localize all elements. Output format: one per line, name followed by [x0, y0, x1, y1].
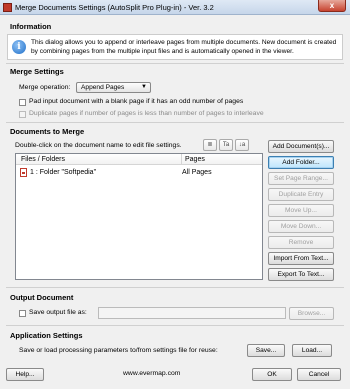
divider: [6, 325, 344, 326]
list-header: Files / Folders Pages: [16, 154, 262, 165]
duplicate-label: Duplicate pages if number of pages is le…: [29, 110, 264, 117]
row-pages: All Pages: [182, 169, 212, 176]
save-output-label: Save output file as:: [29, 309, 87, 316]
merge-operation-label: Merge operation:: [19, 84, 71, 91]
move-up-button[interactable]: Move Up...: [268, 204, 334, 217]
table-row[interactable]: 1 : Folder "Softpedia" All Pages: [16, 167, 262, 178]
app-icon: [3, 3, 12, 12]
list-view-icon[interactable]: ≣: [203, 139, 217, 151]
column-separator[interactable]: [181, 154, 182, 165]
information-text: This dialog allows you to append or inte…: [31, 39, 337, 55]
duplicate-entry-button[interactable]: Duplicate Entry: [268, 188, 334, 201]
divider: [6, 287, 344, 288]
load-settings-button[interactable]: Load...: [292, 344, 332, 357]
help-button[interactable]: Help...: [6, 368, 44, 381]
output-heading: Output Document: [10, 293, 74, 302]
merge-operation-select[interactable]: Append Pages ▼: [76, 82, 151, 93]
column-pages[interactable]: Pages: [185, 156, 205, 163]
sort-name-icon[interactable]: Ta: [219, 139, 233, 151]
column-files[interactable]: Files / Folders: [21, 156, 65, 163]
save-output-checkbox[interactable]: [19, 310, 26, 317]
close-button[interactable]: x: [318, 0, 346, 12]
documents-hint: Double-click on the document name to edi…: [15, 142, 182, 149]
chevron-down-icon: ▼: [141, 84, 147, 90]
remove-button[interactable]: Remove: [268, 236, 334, 249]
sort-order-icon[interactable]: ↓a: [235, 139, 249, 151]
divider: [6, 63, 344, 64]
window-title: Merge Documents Settings (AutoSplit Pro …: [15, 3, 214, 12]
documents-heading: Documents to Merge: [10, 127, 85, 136]
application-heading: Application Settings: [10, 331, 83, 340]
merge-settings-heading: Merge Settings: [10, 67, 64, 76]
pdf-icon: [20, 168, 27, 177]
import-from-text-button[interactable]: Import From Text...: [268, 252, 334, 265]
add-documents-button[interactable]: Add Document(s)...: [268, 140, 334, 153]
output-path-field[interactable]: [98, 307, 286, 319]
save-settings-button[interactable]: Save...: [247, 344, 285, 357]
pad-checkbox[interactable]: [19, 99, 26, 106]
website-link[interactable]: www.evermap.com: [123, 370, 180, 377]
information-box: i This dialog allows you to append or in…: [7, 34, 343, 60]
browse-button[interactable]: Browse...: [289, 307, 334, 320]
ok-button[interactable]: OK: [252, 368, 292, 381]
move-down-button[interactable]: Move Down...: [268, 220, 334, 233]
export-to-text-button[interactable]: Export To Text...: [268, 268, 334, 281]
cancel-button[interactable]: Cancel: [297, 368, 341, 381]
application-hint: Save or load processing parameters to/fr…: [19, 347, 218, 354]
divider: [6, 122, 344, 123]
row-name: 1 : Folder "Softpedia": [30, 169, 97, 176]
documents-list[interactable]: Files / Folders Pages 1 : Folder "Softpe…: [15, 153, 263, 280]
merge-operation-value: Append Pages: [81, 84, 125, 91]
add-folder-button[interactable]: Add Folder...: [268, 156, 334, 169]
info-icon: i: [12, 40, 26, 54]
duplicate-checkbox[interactable]: [19, 111, 26, 118]
pad-label: Pad input document with a blank page if …: [29, 98, 244, 105]
information-heading: Information: [10, 22, 52, 31]
set-page-range-button[interactable]: Set Page Range...: [268, 172, 334, 185]
